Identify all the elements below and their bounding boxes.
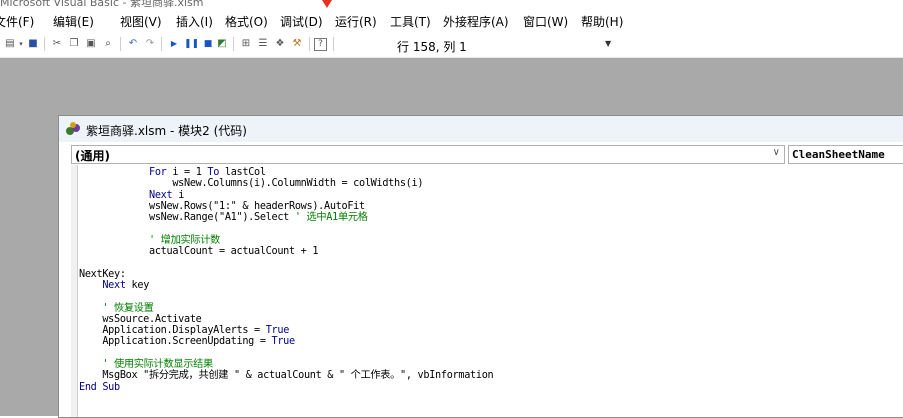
code-keyword: True (265, 325, 290, 337)
code-token: MsgBox "拆分完成，共创建 " & actualCount & " 个工作… (102, 370, 494, 382)
code-window-title: 紫垣商驿.xlsm - 模块2 (代码) (86, 124, 247, 138)
code-comment: ' 增加实际计数 (149, 234, 221, 246)
code-token: Application.ScreenUpdating = (102, 336, 272, 348)
code-window[interactable]: 紫垣商驿.xlsm - 模块2 (代码) (通用) ∨ CleanSheetNa… (58, 115, 903, 418)
code-line[interactable]: ' 恢复设置 (79, 303, 903, 314)
insert-module-icon[interactable]: ▤ (3, 37, 17, 51)
code-line[interactable] (79, 257, 903, 268)
standard-toolbar: ▤ ▾ ■ ✂ ❐ ▣ ⌕ ↶ ↷ ▶ ❚❚ ■ ◩ ⊞ ☰ ❖ ⚒ ? 行 1… (0, 31, 903, 58)
toolbar-options-chevron-icon[interactable]: ▼ (605, 39, 611, 48)
menu-debug[interactable]: 调试(D) (280, 13, 323, 30)
code-line[interactable]: Next i (79, 190, 903, 201)
menu-window[interactable]: 窗口(W) (523, 13, 568, 30)
design-mode-icon[interactable]: ◩ (215, 37, 229, 51)
code-token: lastCol (219, 167, 266, 178)
toolbar-separator (161, 37, 162, 51)
menu-edit[interactable]: 编辑(E) (53, 13, 94, 30)
code-token: i = 1 (166, 167, 208, 178)
code-keyword: Next (102, 279, 126, 291)
margin-indicator-bar[interactable] (71, 165, 78, 417)
project-explorer-icon[interactable]: ⊞ (239, 37, 253, 51)
menu-bar: 文件(F) 编辑(E) 视图(V) 插入(I) 格式(O) 调试(D) 运行(R… (0, 9, 903, 31)
undo-icon[interactable]: ↶ (126, 37, 140, 51)
code-comment: ' 使用实际计数显示结果 (102, 359, 213, 371)
chevron-down-icon[interactable]: ▾ (17, 37, 25, 51)
menu-run[interactable]: 运行(R) (335, 13, 377, 30)
code-token: key (125, 279, 150, 291)
run-icon[interactable]: ▶ (167, 37, 181, 51)
code-token: NextKey: (79, 268, 126, 280)
cut-icon[interactable]: ✂ (50, 37, 64, 51)
reset-icon[interactable]: ■ (201, 37, 215, 51)
object-combo[interactable]: (通用) ∨ (71, 145, 785, 164)
redo-icon[interactable]: ↷ (143, 37, 157, 51)
paste-icon[interactable]: ▣ (84, 37, 98, 51)
toolbar-separator (120, 37, 121, 51)
code-line[interactable]: actualCount = actualCount + 1 (79, 246, 903, 257)
break-icon[interactable]: ❚❚ (184, 37, 199, 51)
code-line[interactable]: MsgBox "拆分完成，共创建 " & actualCount & " 个工作… (79, 370, 903, 381)
code-line[interactable]: wsNew.Rows("1:" & headerRows).AutoFit (79, 201, 903, 212)
red-pointer-arrow-icon (322, 0, 332, 8)
app-title: Microsoft Visual Basic - 紫垣商驿.xlsm (0, 0, 204, 9)
object-browser-icon[interactable]: ❖ (273, 37, 287, 51)
properties-window-icon[interactable]: ☰ (256, 37, 270, 51)
menu-view[interactable]: 视图(V) (120, 13, 162, 30)
code-line[interactable]: wsNew.Range("A1").Select ' 选中A1单元格 (79, 212, 903, 223)
help-icon[interactable]: ? (314, 38, 327, 51)
code-token: wsNew.Columns(i).ColumnWidth = colWidths… (172, 178, 424, 190)
code-keyword: End Sub (79, 381, 120, 393)
code-keyword: True (271, 336, 296, 348)
code-line[interactable] (79, 291, 903, 302)
code-line[interactable]: ' 增加实际计数 (79, 235, 903, 246)
menu-tools[interactable]: 工具(T) (390, 13, 431, 30)
app-title-bar: Microsoft Visual Basic - 紫垣商驿.xlsm (0, 0, 903, 9)
code-line[interactable]: Application.DisplayAlerts = True (79, 325, 903, 336)
procedure-combo[interactable]: CleanSheetName (788, 145, 903, 164)
object-combo-value: (通用) (75, 149, 110, 163)
menu-format[interactable]: 格式(O) (225, 13, 268, 30)
code-keyword: For (149, 167, 167, 178)
code-window-title-bar[interactable]: 紫垣商驿.xlsm - 模块2 (代码) (59, 116, 903, 142)
save-icon[interactable]: ■ (26, 37, 40, 51)
code-token: i (172, 189, 185, 201)
code-line[interactable]: For i = 1 To lastCol (79, 167, 903, 178)
code-keyword: Next (149, 189, 173, 201)
code-token: wsNew.Rows("1:" & headerRows).AutoFit (149, 200, 365, 212)
menu-file[interactable]: 文件(F) (0, 13, 34, 30)
code-token: Application.DisplayAlerts = (102, 325, 266, 337)
toolbox-icon[interactable]: ⚒ (290, 37, 304, 51)
code-comment: ' 选中A1单元格 (294, 212, 368, 224)
toolbar-separator (333, 37, 334, 51)
code-token: wsSource.Activate (102, 313, 202, 325)
toolbar-separator (309, 37, 310, 51)
code-line[interactable] (79, 223, 903, 234)
copy-icon[interactable]: ❐ (67, 37, 81, 51)
code-text[interactable]: For i = 1 To lastCol wsNew.Columns(i).Co… (79, 167, 903, 393)
code-keyword: To (207, 167, 220, 178)
code-line[interactable] (79, 348, 903, 359)
menu-help[interactable]: 帮助(H) (581, 13, 623, 30)
code-token: wsNew.Range("A1").Select (149, 212, 295, 224)
toolbar-separator (233, 37, 234, 51)
find-icon[interactable]: ⌕ (101, 37, 115, 51)
code-line[interactable]: wsNew.Columns(i).ColumnWidth = colWidths… (79, 178, 903, 189)
menu-insert[interactable]: 插入(I) (176, 13, 213, 30)
vba-project-icon (66, 122, 80, 135)
procedure-combo-value: CleanSheetName (792, 148, 885, 161)
code-line[interactable]: NextKey: (79, 269, 903, 280)
code-token: actualCount = actualCount + 1 (149, 246, 319, 258)
code-editor[interactable]: For i = 1 To lastCol wsNew.Columns(i).Co… (79, 167, 903, 417)
menu-addins[interactable]: 外接程序(A) (443, 13, 509, 30)
code-line[interactable]: ' 使用实际计数显示结果 (79, 359, 903, 370)
toolbar-separator (44, 37, 45, 51)
cursor-position-status: 行 158, 列 1 (397, 40, 467, 54)
chevron-down-icon[interactable]: ∨ (773, 147, 780, 158)
code-comment: ' 恢复设置 (102, 302, 154, 314)
code-line[interactable]: Next key (79, 280, 903, 291)
code-line[interactable]: Application.ScreenUpdating = True (79, 336, 903, 347)
code-line[interactable]: End Sub (79, 382, 903, 393)
code-line[interactable]: wsSource.Activate (79, 314, 903, 325)
